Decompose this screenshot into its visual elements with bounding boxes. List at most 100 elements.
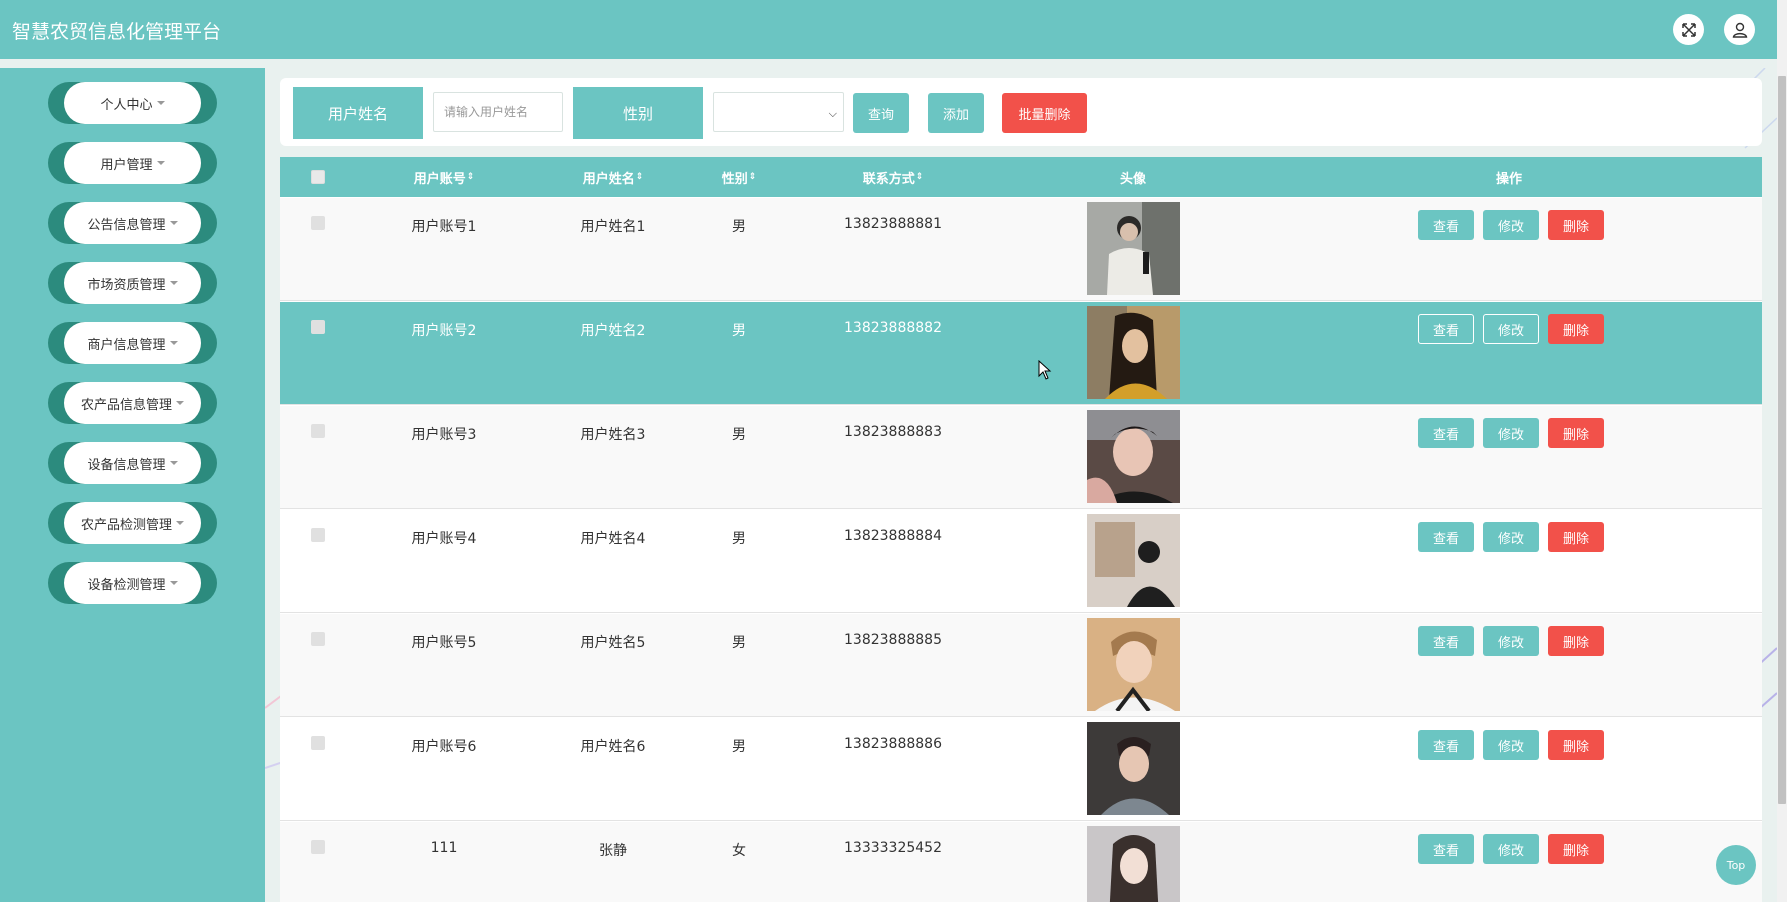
sort-icon: ⇕ [635,172,644,182]
back-to-top-button[interactable]: Top [1716,845,1756,885]
sidebar-item-product-inspection[interactable]: 农产品检测管理 [48,502,217,544]
name-search-input[interactable] [433,92,563,132]
cell-account: 用户账号2 [411,323,477,339]
row-checkbox[interactable] [311,528,325,542]
user-table: 用户账号 ⇕ 用户姓名 ⇕ 性别 ⇕ 联系方式 ⇕ 头像 操作 用户账号1 用户姓名1 … [280,157,1762,902]
fullscreen-icon [1681,22,1696,37]
row-checkbox[interactable] [311,216,325,230]
table-row[interactable]: 用户账号6 用户姓名6 男 13823888886 查看 修改 删除 [280,718,1762,821]
sidebar-item-products[interactable]: 农产品信息管理 [48,382,217,424]
user-button[interactable] [1724,14,1755,45]
add-button[interactable]: 添加 [928,93,984,133]
sort-icon: ⇕ [915,172,924,182]
column-header-account[interactable]: 用户账号 ⇕ [414,157,475,197]
table-row[interactable]: 用户账号1 用户姓名1 男 13823888881 查看 修改 删除 [280,198,1762,301]
gender-filter-label: 性别 [573,87,703,139]
edit-button[interactable]: 修改 [1483,834,1539,864]
cell-name: 张静 [599,843,627,859]
sidebar: 个人中心 用户管理 公告信息管理 市场资质管理 商户信息管理 农产品信息管理 设… [0,68,265,902]
table-row[interactable]: 用户账号5 用户姓名5 男 13823888885 查看 修改 删除 [280,614,1762,717]
column-header-gender[interactable]: 性别 ⇕ [722,157,757,197]
cell-phone: 13823888882 [844,320,942,336]
row-checkbox[interactable] [311,424,325,438]
delete-button[interactable]: 删除 [1548,626,1604,656]
row-checkbox[interactable] [311,632,325,646]
caret-down-icon [169,581,178,585]
chevron-down-icon: ⌵ [828,107,837,120]
table-row[interactable]: 111 张静 女 13333325452 查看 修改 删除 [280,822,1762,902]
caret-down-icon [169,221,178,225]
cell-phone: 13823888884 [844,528,942,544]
table-row[interactable]: 用户账号3 用户姓名3 男 13823888883 查看 修改 删除 [280,406,1762,509]
sidebar-item-personal-center[interactable]: 个人中心 [48,82,217,124]
sidebar-item-label: 个人中心 [100,97,153,113]
delete-button[interactable]: 删除 [1548,210,1604,240]
user-icon [1732,22,1747,38]
name-filter-label: 用户姓名 [293,87,423,139]
edit-button[interactable]: 修改 [1483,730,1539,760]
avatar-image [1087,410,1180,503]
row-checkbox[interactable] [311,736,325,750]
fullscreen-button[interactable] [1673,14,1704,45]
cell-gender: 男 [732,427,746,443]
edit-button[interactable]: 修改 [1483,314,1539,344]
cell-name: 用户姓名2 [580,323,646,339]
sidebar-item-label: 市场资质管理 [87,277,166,293]
column-header-name[interactable]: 用户姓名 ⇕ [583,157,644,197]
delete-button[interactable]: 删除 [1548,418,1604,448]
table-header: 用户账号 ⇕ 用户姓名 ⇕ 性别 ⇕ 联系方式 ⇕ 头像 操作 [280,157,1762,197]
cell-gender: 男 [732,739,746,755]
delete-button[interactable]: 删除 [1548,730,1604,760]
edit-button[interactable]: 修改 [1483,626,1539,656]
sidebar-item-market-qualification[interactable]: 市场资质管理 [48,262,217,304]
sidebar-item-announcements[interactable]: 公告信息管理 [48,202,217,244]
select-all-checkbox[interactable] [311,170,325,184]
cell-phone: 13823888881 [844,216,942,232]
view-button[interactable]: 查看 [1418,314,1474,344]
delete-button[interactable]: 删除 [1548,834,1604,864]
table-row[interactable]: 用户账号2 用户姓名2 男 13823888882 查看 修改 删除 [280,302,1762,405]
sidebar-item-label: 商户信息管理 [87,337,166,353]
sidebar-item-merchants[interactable]: 商户信息管理 [48,322,217,364]
avatar-image [1087,202,1180,295]
view-button[interactable]: 查看 [1418,834,1474,864]
caret-down-icon [169,461,178,465]
view-button[interactable]: 查看 [1418,626,1474,656]
edit-button[interactable]: 修改 [1483,418,1539,448]
view-button[interactable]: 查看 [1418,418,1474,448]
search-bar: 用户姓名 性别 ⌵ 查询 添加 批量删除 [280,78,1762,146]
table-row[interactable]: 用户账号4 用户姓名4 男 13823888884 查看 修改 删除 [280,510,1762,613]
scrollbar-thumb[interactable] [1778,76,1786,804]
sidebar-item-users[interactable]: 用户管理 [48,142,217,184]
caret-down-icon [169,281,178,285]
row-checkbox[interactable] [311,320,325,334]
edit-button[interactable]: 修改 [1483,522,1539,552]
sidebar-item-label: 农产品检测管理 [80,517,172,533]
sidebar-item-device-inspection[interactable]: 设备检测管理 [48,562,217,604]
sort-icon: ⇕ [466,172,475,182]
query-button[interactable]: 查询 [853,93,909,133]
view-button[interactable]: 查看 [1418,522,1474,552]
column-header-phone[interactable]: 联系方式 ⇕ [863,157,924,197]
view-button[interactable]: 查看 [1418,210,1474,240]
cell-gender: 男 [732,635,746,651]
caret-down-icon [176,521,184,525]
app-title: 智慧农贸信息化管理平台 [12,21,222,43]
column-header-actions: 操作 [1495,171,1523,187]
cell-account: 用户账号4 [411,531,477,547]
mouse-cursor-icon [1038,360,1052,380]
edit-button[interactable]: 修改 [1483,210,1539,240]
sidebar-item-label: 设备信息管理 [87,457,166,473]
row-checkbox[interactable] [311,840,325,854]
cell-name: 用户姓名6 [580,739,646,755]
delete-button[interactable]: 删除 [1548,522,1604,552]
sort-icon: ⇕ [748,172,757,182]
sidebar-item-devices[interactable]: 设备信息管理 [48,442,217,484]
gender-select[interactable]: ⌵ [713,92,844,132]
batch-delete-button[interactable]: 批量删除 [1002,93,1087,133]
page-scrollbar[interactable] [1777,0,1787,902]
delete-button[interactable]: 删除 [1548,314,1604,344]
view-button[interactable]: 查看 [1418,730,1474,760]
caret-down-icon [156,161,165,165]
cell-name: 用户姓名3 [580,427,646,443]
